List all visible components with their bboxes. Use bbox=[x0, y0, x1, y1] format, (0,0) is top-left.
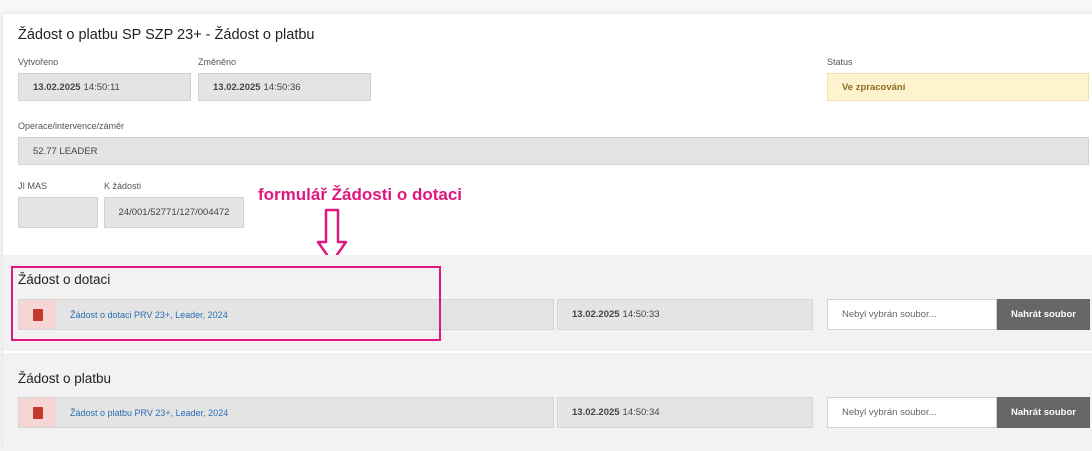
page-title: Žádost o platbu SP SZP 23+ - Žádost o pl… bbox=[18, 27, 315, 43]
request-ref-label: K žádosti bbox=[104, 181, 142, 191]
request-ref-field: 24/001/52771/127/004472 bbox=[104, 197, 244, 228]
section-platba-date-value: 13.02.2025 bbox=[572, 407, 620, 418]
section-dotace-date: 13.02.2025 14:50:33 bbox=[557, 299, 813, 330]
section-dotace-time-value: 14:50:33 bbox=[622, 309, 660, 320]
pdf-cell bbox=[19, 398, 56, 427]
created-date: 13.02.2025 bbox=[33, 81, 81, 93]
section-platba-file-row: Žádost o platbu PRV 23+, Leader, 2024 bbox=[18, 397, 554, 428]
modified-date: 13.02.2025 bbox=[213, 81, 261, 93]
status-label: Status bbox=[827, 57, 853, 67]
section-dotace-upload-button[interactable]: Nahrát soubor bbox=[997, 299, 1090, 330]
section-platba-date: 13.02.2025 14:50:34 bbox=[557, 397, 813, 428]
created-field: 13.02.2025 14:50:11 bbox=[18, 73, 191, 101]
modified-label: Změněno bbox=[198, 57, 237, 67]
created-label: Vytvořeno bbox=[18, 57, 59, 67]
section-platba-file-link[interactable]: Žádost o platbu PRV 23+, Leader, 2024 bbox=[70, 408, 228, 418]
section-dotace-file-input[interactable]: Nebyl vybrán soubor... bbox=[827, 299, 997, 330]
section-platba-title: Žádost o platbu bbox=[18, 371, 112, 386]
section-dotace-date-value: 13.02.2025 bbox=[572, 309, 620, 320]
annotation-highlight-box bbox=[11, 266, 441, 341]
pdf-icon bbox=[32, 406, 43, 419]
created-time: 14:50:11 bbox=[83, 81, 120, 93]
status-badge: Ve zpracování bbox=[827, 73, 1089, 101]
modified-time: 14:50:36 bbox=[263, 81, 301, 93]
ji-mas-label: JI MAS bbox=[18, 181, 48, 191]
section-platba-upload-button[interactable]: Nahrát soubor bbox=[997, 397, 1090, 428]
operation-field: 52.77 LEADER bbox=[18, 137, 1089, 165]
annotation-text: formulář Žádosti o dotaci bbox=[258, 185, 463, 204]
operation-label: Operace/intervence/záměr bbox=[18, 121, 125, 131]
ji-mas-field bbox=[18, 197, 98, 228]
section-platba-time-value: 14:50:34 bbox=[622, 407, 660, 418]
modified-field: 13.02.2025 14:50:36 bbox=[198, 73, 371, 101]
section-platba-file-input[interactable]: Nebyl vybrán soubor... bbox=[827, 397, 997, 428]
